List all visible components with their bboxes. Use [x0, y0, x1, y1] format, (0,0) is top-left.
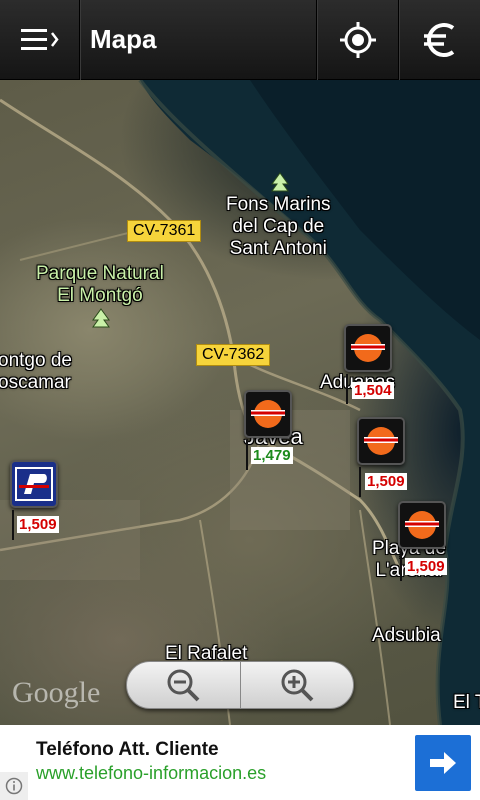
station-price: 1,509 — [405, 558, 447, 575]
menu-button[interactable] — [0, 0, 80, 80]
map-view[interactable]: Fons Marins del Cap de Sant Antoni CV-7361… — [0, 80, 480, 725]
road-cv7361: CV-7361 — [127, 220, 202, 242]
prices-button[interactable] — [398, 0, 480, 80]
park-marker-icon — [92, 308, 110, 328]
place-edge: El T — [453, 692, 480, 713]
arrow-right-icon — [430, 752, 456, 774]
repsol-logo-icon — [405, 511, 439, 539]
ad-info-button[interactable] — [0, 772, 28, 800]
zoom-out-button[interactable] — [127, 662, 240, 708]
menu-drawer-icon — [20, 28, 59, 50]
place-fons-marins: Fons Marins del Cap de Sant Antoni — [226, 194, 331, 259]
zoom-control — [126, 661, 354, 709]
euro-icon — [423, 22, 454, 57]
locate-button[interactable] — [316, 0, 398, 80]
road-cv7362: CV-7362 — [196, 344, 271, 366]
place-parque-natural: Parque Natural El Montgó — [36, 263, 164, 306]
google-attribution: Google — [12, 676, 101, 709]
place-adsubia: Adsubia — [372, 625, 441, 646]
station-price: 1,509 — [17, 516, 59, 533]
locate-crosshair-icon — [339, 21, 376, 58]
park-marker-icon — [271, 172, 289, 192]
station-price: 1,509 — [365, 473, 407, 490]
repsol-logo-icon — [251, 400, 285, 428]
ad-banner[interactable]: Teléfono Att. Cliente www.telefono-infor… — [0, 725, 480, 800]
zoom-out-icon — [167, 669, 200, 702]
action-bar: Mapa — [0, 0, 480, 80]
ad-title: Teléfono Att. Cliente — [36, 739, 219, 760]
station-marker-repsol[interactable] — [398, 501, 446, 581]
ad-open-button[interactable] — [415, 735, 471, 791]
page-title: Mapa — [90, 24, 157, 54]
repsol-logo-icon — [364, 427, 398, 455]
station-price: 1,504 — [352, 382, 394, 399]
zoom-in-icon — [281, 669, 314, 702]
station-marker-repsol[interactable] — [357, 417, 405, 497]
ad-url[interactable]: www.telefono-informacion.es — [36, 763, 266, 784]
station-price: 1,479 — [251, 447, 293, 464]
repsol-logo-icon — [351, 334, 385, 362]
station-marker-petronor[interactable] — [10, 460, 58, 540]
zoom-in-button[interactable] — [241, 662, 354, 708]
station-marker-repsol[interactable] — [344, 324, 392, 404]
info-icon — [5, 777, 23, 795]
place-montgo-oscamar: ontgo de oscamar — [0, 350, 72, 393]
petronor-logo-icon — [15, 467, 53, 501]
station-marker-repsol[interactable] — [244, 390, 292, 470]
